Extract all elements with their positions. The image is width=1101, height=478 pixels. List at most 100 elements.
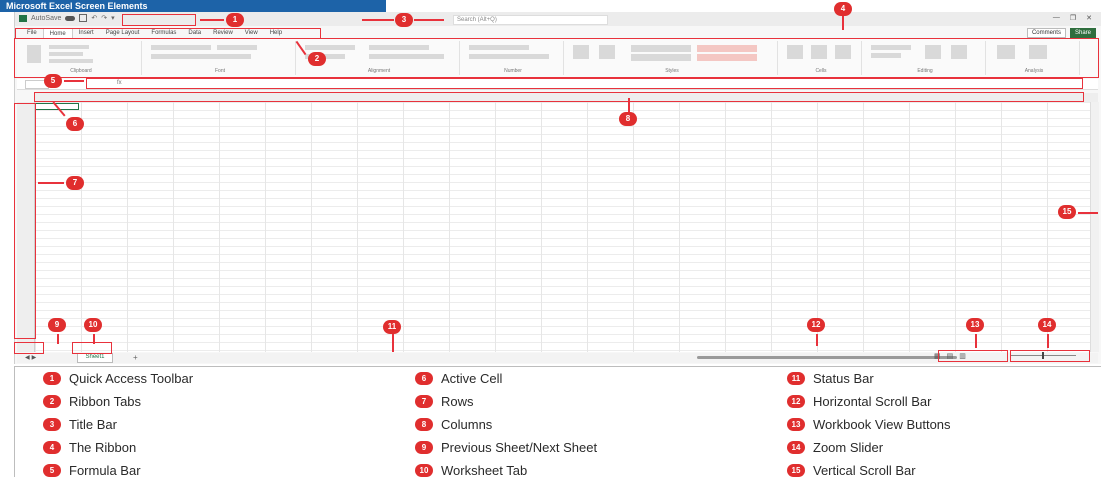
badge-columns: 8 (619, 112, 637, 126)
badge-view-buttons: 13 (966, 318, 984, 332)
autosave-label: AutoSave (31, 14, 62, 22)
highlight-view-buttons (938, 350, 1008, 362)
horizontal-scroll-bar[interactable] (697, 356, 957, 359)
legend-column-1: 1 Quick Access Toolbar 2 Ribbon Tabs 3 Titl… (43, 371, 193, 478)
legend-item: 10 Worksheet Tab (415, 463, 597, 478)
legend-number: 6 (415, 372, 433, 385)
restore-button[interactable]: ❐ (1070, 14, 1076, 22)
legend-label: Formula Bar (69, 463, 141, 478)
highlight-ribbon (14, 38, 1099, 78)
legend-column-2: 6 Active Cell 7 Rows 8 Columns 9 Previous Sh… (415, 371, 597, 478)
badge-formula-bar: 5 (44, 74, 62, 88)
legend-item: 13 Workbook View Buttons (787, 417, 951, 432)
arrow-qat (200, 19, 224, 21)
search-input[interactable]: Search (Alt+Q) (453, 15, 608, 25)
previous-sheet-icon[interactable]: ◀ (25, 354, 30, 361)
badge-qat: 1 (226, 13, 244, 27)
highlight-zoom (1010, 350, 1090, 362)
badge-active-cell: 6 (66, 117, 84, 131)
next-sheet-icon[interactable]: ▶ (32, 354, 37, 361)
legend-panel: 1 Quick Access Toolbar 2 Ribbon Tabs 3 Titl… (14, 366, 1101, 478)
legend-label: Status Bar (813, 371, 874, 386)
legend-label: Quick Access Toolbar (69, 371, 194, 386)
legend-number: 5 (43, 464, 61, 477)
minimize-button[interactable]: — (1053, 14, 1060, 22)
worksheet-grid[interactable] (35, 102, 1098, 352)
sheet-navigation: ◀ ▶ (25, 354, 36, 361)
badge-vscroll: 15 (1058, 205, 1076, 219)
legend-label: Previous Sheet/Next Sheet (441, 440, 598, 455)
badge-status-bar: 11 (383, 320, 401, 334)
ribbon-right-actions: Comments Share (1026, 28, 1096, 38)
worksheet-tab[interactable]: Sheet1 (77, 353, 113, 363)
legend-number: 10 (415, 464, 433, 477)
undo-icon[interactable]: ↶ (91, 14, 97, 22)
badge-worksheet-tab: 10 (84, 318, 102, 332)
legend-number: 2 (43, 395, 61, 408)
arrow-worksheet-tab (93, 334, 95, 344)
share-button[interactable]: Share (1069, 28, 1096, 38)
arrow-vscroll (1078, 212, 1098, 214)
highlight-formula-bar (86, 78, 1083, 89)
arrow-formula-bar (64, 80, 84, 82)
header-banner: Microsoft Excel Screen Elements (0, 0, 386, 12)
arrow-ribbon (842, 14, 844, 30)
legend-item: 7 Rows (415, 394, 597, 409)
badge-hscroll: 12 (807, 318, 825, 332)
quick-access-toolbar: AutoSave ↶ ↷ ▾ (19, 14, 115, 22)
highlight-columns (34, 92, 1084, 102)
window-controls: — ❐ ✕ (1053, 14, 1092, 22)
legend-item: 6 Active Cell (415, 371, 597, 386)
excel-logo-icon (19, 14, 27, 22)
legend-item: 2 Ribbon Tabs (43, 394, 193, 409)
arrow-zoom (1047, 334, 1049, 348)
legend-label: Worksheet Tab (441, 463, 528, 478)
legend-number: 7 (415, 395, 433, 408)
close-button[interactable]: ✕ (1086, 14, 1092, 22)
arrow-columns (628, 98, 630, 112)
legend-label: Vertical Scroll Bar (813, 463, 916, 478)
legend-label: Rows (441, 394, 474, 409)
legend-label: Horizontal Scroll Bar (813, 394, 932, 409)
legend-number: 14 (787, 441, 805, 454)
save-icon[interactable] (79, 14, 88, 22)
legend-item: 14 Zoom Slider (787, 440, 951, 455)
legend-label: Ribbon Tabs (69, 394, 142, 409)
legend-item: 5 Formula Bar (43, 463, 193, 478)
highlight-worksheet-tab (72, 342, 112, 354)
redo-icon[interactable]: ↷ (101, 14, 107, 22)
legend-number: 13 (787, 418, 805, 431)
legend-number: 15 (787, 464, 805, 477)
legend-item: 9 Previous Sheet/Next Sheet (415, 440, 597, 455)
badge-sheet-nav: 9 (48, 318, 66, 332)
legend-column-3: 11 Status Bar 12 Horizontal Scroll Bar 13 W… (787, 371, 951, 478)
legend-label: Columns (441, 417, 493, 432)
legend-number: 9 (415, 441, 433, 454)
legend-number: 8 (415, 418, 433, 431)
badge-ribbon-tabs: 2 (308, 52, 326, 66)
autosave-toggle[interactable] (65, 15, 76, 21)
legend-item: 12 Horizontal Scroll Bar (787, 394, 951, 409)
legend-number: 4 (43, 441, 61, 454)
legend-label: Active Cell (441, 371, 503, 386)
arrow-hscroll (816, 334, 818, 346)
customize-qat-icon[interactable]: ▾ (111, 14, 115, 22)
badge-title-bar: 3 (395, 13, 413, 27)
highlight-sheet-nav (14, 342, 44, 354)
legend-item: 3 Title Bar (43, 417, 193, 432)
legend-label: Workbook View Buttons (813, 417, 951, 432)
arrow-rows (38, 182, 64, 184)
comments-button[interactable]: Comments (1026, 28, 1066, 38)
badge-rows: 7 (66, 176, 84, 190)
legend-number: 11 (787, 372, 805, 385)
vertical-scroll-bar[interactable] (1090, 102, 1099, 352)
legend-label: Title Bar (69, 417, 117, 432)
badge-ribbon: 4 (834, 2, 852, 16)
legend-item: 4 The Ribbon (43, 440, 193, 455)
legend-item: 11 Status Bar (787, 371, 951, 386)
arrow-title-left (362, 19, 394, 21)
legend-item: 8 Columns (415, 417, 597, 432)
add-sheet-icon[interactable]: + (133, 353, 138, 362)
legend-number: 12 (787, 395, 805, 408)
legend-label: Zoom Slider (813, 440, 884, 455)
